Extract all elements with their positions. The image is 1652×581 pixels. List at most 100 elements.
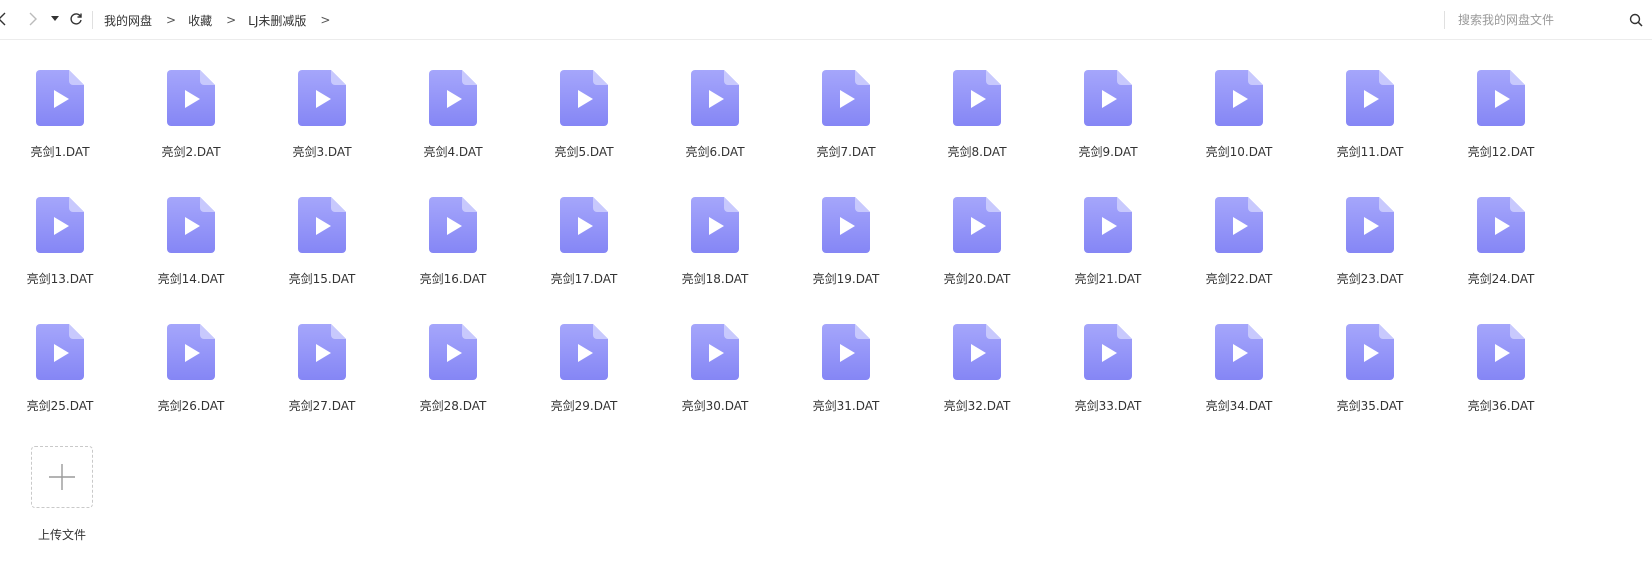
file-name: 亮剑28.DAT: [419, 399, 487, 413]
video-file-icon: [1344, 195, 1396, 255]
upload-dropzone[interactable]: [31, 446, 93, 508]
file-item[interactable]: 亮剑2.DAT: [131, 40, 251, 160]
file-name: 亮剑14.DAT: [157, 272, 225, 286]
file-name: 亮剑8.DAT: [947, 145, 1007, 159]
file-item[interactable]: 亮剑33.DAT: [1048, 294, 1168, 414]
toolbar-divider: [92, 11, 93, 29]
file-item[interactable]: 亮剑32.DAT: [917, 294, 1037, 414]
file-item[interactable]: 亮剑16.DAT: [393, 167, 513, 287]
file-item[interactable]: 亮剑36.DAT: [1441, 294, 1561, 414]
file-name: 亮剑16.DAT: [419, 272, 487, 286]
file-item[interactable]: 亮剑25.DAT: [0, 294, 120, 414]
file-name: 亮剑29.DAT: [550, 399, 618, 413]
file-name: 亮剑24.DAT: [1467, 272, 1535, 286]
file-item[interactable]: 亮剑14.DAT: [131, 167, 251, 287]
breadcrumb-separator[interactable]: >: [320, 13, 330, 27]
file-item[interactable]: 亮剑1.DAT: [0, 40, 120, 160]
video-file-icon: [689, 195, 741, 255]
file-name: 亮剑23.DAT: [1336, 272, 1404, 286]
file-name: 亮剑4.DAT: [423, 145, 483, 159]
upload-file-button[interactable]: 上传文件: [0, 416, 120, 546]
back-button[interactable]: [0, 8, 14, 30]
file-item[interactable]: 亮剑18.DAT: [655, 167, 775, 287]
file-item[interactable]: 亮剑28.DAT: [393, 294, 513, 414]
file-item[interactable]: 亮剑19.DAT: [786, 167, 906, 287]
file-name: 亮剑31.DAT: [812, 399, 880, 413]
breadcrumb: 我的网盘 > 收藏 > LJ未删减版 >: [104, 11, 342, 29]
video-file-icon: [296, 322, 348, 382]
breadcrumb-separator: >: [166, 13, 177, 27]
file-name: 亮剑21.DAT: [1074, 272, 1142, 286]
file-item[interactable]: 亮剑30.DAT: [655, 294, 775, 414]
file-item[interactable]: 亮剑15.DAT: [262, 167, 382, 287]
forward-button[interactable]: [21, 8, 43, 30]
video-file-icon: [820, 68, 872, 128]
file-name: 亮剑12.DAT: [1467, 145, 1535, 159]
video-file-icon: [951, 322, 1003, 382]
file-item[interactable]: 亮剑3.DAT: [262, 40, 382, 160]
refresh-button[interactable]: [65, 8, 87, 30]
file-item[interactable]: 亮剑35.DAT: [1310, 294, 1430, 414]
file-name: 亮剑6.DAT: [685, 145, 745, 159]
file-item[interactable]: 亮剑29.DAT: [524, 294, 644, 414]
file-name: 亮剑30.DAT: [681, 399, 749, 413]
video-file-icon: [1082, 322, 1134, 382]
file-item[interactable]: 亮剑22.DAT: [1179, 167, 1299, 287]
file-name: 亮剑20.DAT: [943, 272, 1011, 286]
file-item[interactable]: 亮剑10.DAT: [1179, 40, 1299, 160]
video-file-icon: [34, 68, 86, 128]
video-file-icon: [689, 68, 741, 128]
breadcrumb-item-current-folder[interactable]: LJ未删减版: [248, 12, 306, 29]
breadcrumb-item-favorites[interactable]: 收藏: [188, 12, 212, 29]
file-name: 亮剑27.DAT: [288, 399, 356, 413]
file-item[interactable]: 亮剑20.DAT: [917, 167, 1037, 287]
video-file-icon: [427, 322, 479, 382]
breadcrumb-separator: >: [226, 13, 237, 27]
file-item[interactable]: 亮剑26.DAT: [131, 294, 251, 414]
video-file-icon: [427, 68, 479, 128]
file-item[interactable]: 亮剑11.DAT: [1310, 40, 1430, 160]
file-name: 亮剑19.DAT: [812, 272, 880, 286]
search-input[interactable]: [1458, 9, 1608, 31]
file-item[interactable]: 亮剑24.DAT: [1441, 167, 1561, 287]
search-button[interactable]: [1627, 11, 1645, 29]
file-item[interactable]: 亮剑5.DAT: [524, 40, 644, 160]
file-name: 亮剑11.DAT: [1336, 145, 1404, 159]
file-name: 亮剑10.DAT: [1205, 145, 1273, 159]
video-file-icon: [1344, 322, 1396, 382]
file-item[interactable]: 亮剑34.DAT: [1179, 294, 1299, 414]
file-name: 亮剑36.DAT: [1467, 399, 1535, 413]
video-file-icon: [1213, 195, 1265, 255]
video-file-icon: [1475, 195, 1527, 255]
file-item[interactable]: 亮剑31.DAT: [786, 294, 906, 414]
video-file-icon: [1213, 322, 1265, 382]
file-name: 亮剑35.DAT: [1336, 399, 1404, 413]
file-item[interactable]: 亮剑13.DAT: [0, 167, 120, 287]
file-name: 亮剑5.DAT: [554, 145, 614, 159]
history-dropdown-button[interactable]: [44, 8, 66, 30]
search-divider: [1444, 11, 1445, 29]
upload-file-label: 上传文件: [37, 528, 86, 542]
file-item[interactable]: 亮剑4.DAT: [393, 40, 513, 160]
breadcrumb-item-my-drive[interactable]: 我的网盘: [104, 12, 152, 29]
file-name: 亮剑18.DAT: [681, 272, 749, 286]
file-item[interactable]: 亮剑7.DAT: [786, 40, 906, 160]
file-name: 亮剑7.DAT: [816, 145, 876, 159]
file-item[interactable]: 亮剑23.DAT: [1310, 167, 1430, 287]
video-file-icon: [1475, 322, 1527, 382]
file-item[interactable]: 亮剑27.DAT: [262, 294, 382, 414]
file-item[interactable]: 亮剑17.DAT: [524, 167, 644, 287]
file-name: 亮剑3.DAT: [292, 145, 352, 159]
file-item[interactable]: 亮剑12.DAT: [1441, 40, 1561, 160]
toolbar: 我的网盘 > 收藏 > LJ未删减版 >: [0, 0, 1652, 40]
file-item[interactable]: 亮剑6.DAT: [655, 40, 775, 160]
file-item[interactable]: 亮剑9.DAT: [1048, 40, 1168, 160]
file-item[interactable]: 亮剑8.DAT: [917, 40, 1037, 160]
video-file-icon: [689, 322, 741, 382]
chevron-right-icon: [29, 12, 37, 26]
video-file-icon: [296, 195, 348, 255]
file-item[interactable]: 亮剑21.DAT: [1048, 167, 1168, 287]
video-file-icon: [1082, 195, 1134, 255]
search-icon: [1629, 13, 1643, 27]
file-name: 亮剑9.DAT: [1078, 145, 1138, 159]
